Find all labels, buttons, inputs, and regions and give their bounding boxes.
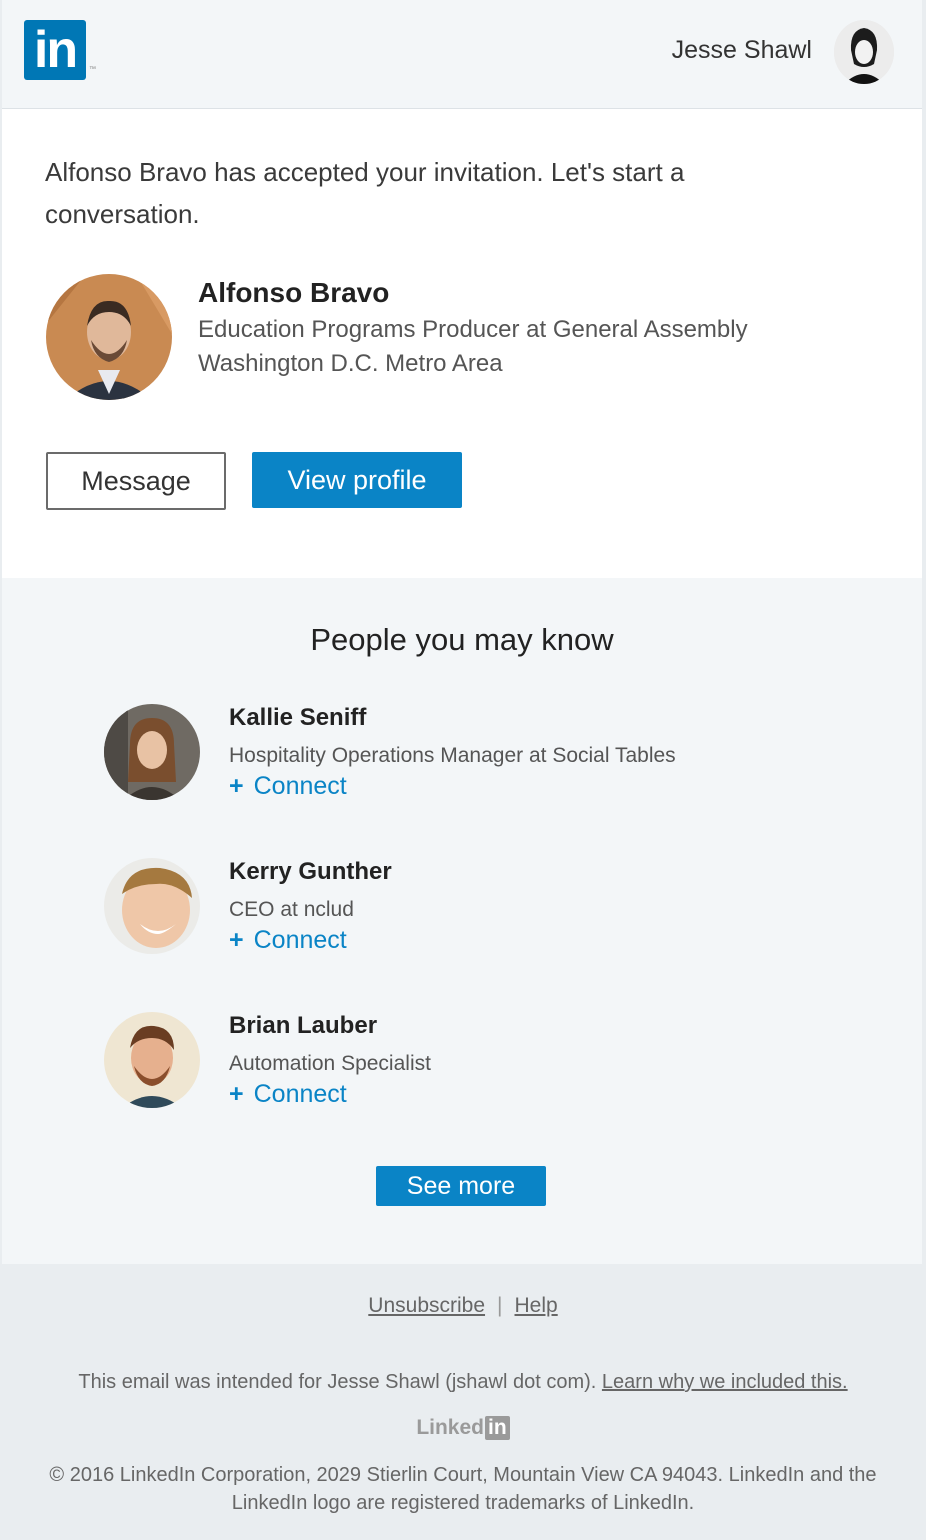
person-avatar[interactable] (104, 1012, 200, 1108)
header-user-name: Jesse Shawl (671, 36, 812, 64)
connection-name[interactable]: Alfonso Bravo (198, 277, 389, 309)
footer-links: Unsubscribe | Help (0, 1294, 926, 1318)
linkedin-logo[interactable]: in (24, 20, 86, 80)
person-avatar[interactable] (104, 858, 200, 954)
learn-why-link[interactable]: Learn why we included this. (602, 1371, 848, 1393)
person-avatar[interactable] (104, 704, 200, 800)
list-item: Kallie Seniff Hospitality Operations Man… (2, 704, 922, 814)
connect-label: Connect (253, 926, 347, 954)
person-name[interactable]: Kallie Seniff (229, 704, 366, 732)
trademark-mark: ™ (89, 66, 96, 73)
logo-in-badge: in (485, 1416, 510, 1440)
connect-link[interactable]: + Connect (229, 926, 347, 955)
person-headline: Hospitality Operations Manager at Social… (229, 744, 676, 767)
person-headline: Automation Specialist (229, 1052, 431, 1075)
person-headline: CEO at nclud (229, 898, 354, 921)
link-separator: | (497, 1294, 503, 1317)
footer-linkedin-logo: Linked in (0, 1416, 926, 1440)
email-header: in ™ Jesse Shawl (2, 0, 922, 109)
copyright-text: © 2016 LinkedIn Corporation, 2029 Stierl… (49, 1464, 877, 1514)
logo-linked-text: Linked (416, 1416, 484, 1439)
plus-icon: + (229, 1080, 244, 1108)
pymk-title: People you may know (310, 622, 614, 657)
plus-icon: + (229, 926, 244, 954)
list-item: Brian Lauber Automation Specialist + Conn… (2, 1012, 922, 1122)
intended-text: This email was intended for Jesse Shawl … (78, 1371, 597, 1393)
view-profile-button[interactable]: View profile (252, 452, 462, 508)
help-link[interactable]: Help (515, 1294, 558, 1317)
connect-label: Connect (253, 1080, 347, 1108)
message-button[interactable]: Message (46, 452, 226, 510)
connection-title: Education Programs Producer at General A… (198, 316, 748, 343)
connection-photo-icon (46, 274, 172, 400)
user-avatar[interactable] (834, 20, 894, 84)
person-photo-icon (104, 1012, 200, 1108)
connect-link[interactable]: + Connect (229, 772, 347, 801)
intro-message: Alfonso Bravo has accepted your invitati… (45, 157, 685, 229)
person-photo-icon (104, 858, 200, 954)
plus-icon: + (229, 772, 244, 800)
intended-notice: This email was intended for Jesse Shawl … (0, 1371, 926, 1394)
email-footer: Unsubscribe | Help This email was intended… (0, 1264, 926, 1540)
person-name[interactable]: Brian Lauber (229, 1012, 377, 1040)
user-avatar-photo-icon (834, 20, 894, 84)
connection-location: Washington D.C. Metro Area (198, 350, 503, 377)
see-more-button[interactable]: See more (376, 1166, 546, 1206)
main-card: Alfonso Bravo has accepted your invitati… (2, 109, 922, 578)
person-photo-icon (104, 704, 200, 800)
unsubscribe-link[interactable]: Unsubscribe (368, 1294, 485, 1317)
person-name[interactable]: Kerry Gunther (229, 858, 392, 886)
connection-avatar[interactable] (46, 274, 172, 400)
people-you-may-know-section: People you may know Kallie Seniff Hospit… (2, 578, 922, 1264)
list-item: Kerry Gunther CEO at nclud + Connect (2, 858, 922, 968)
connect-link[interactable]: + Connect (229, 1080, 347, 1109)
connect-label: Connect (253, 772, 347, 800)
